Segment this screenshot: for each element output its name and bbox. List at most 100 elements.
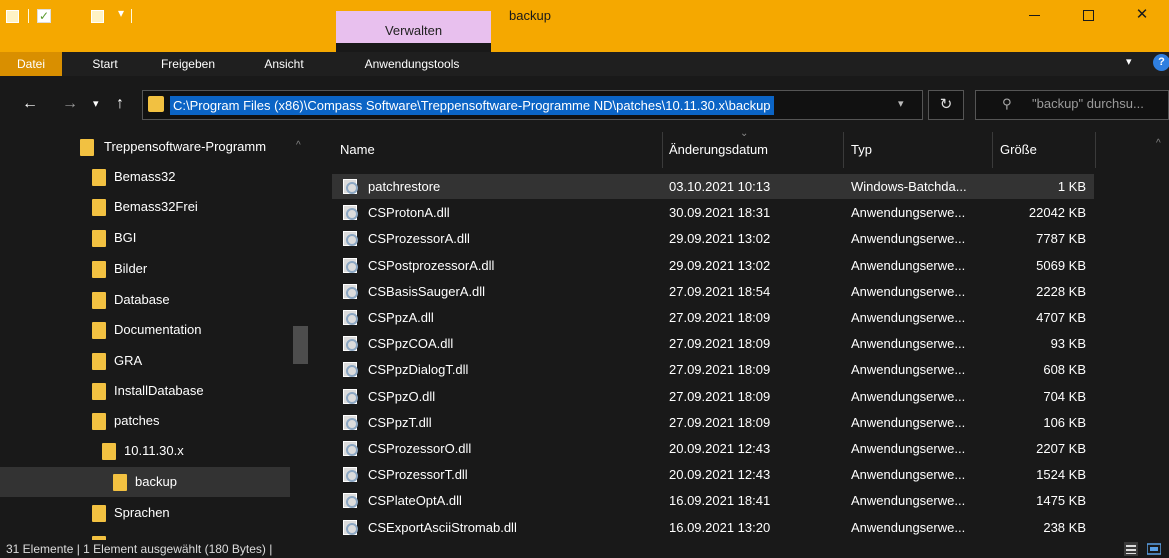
maximize-button[interactable] [1061,0,1115,32]
back-icon[interactable]: ← [22,95,38,113]
column-divider[interactable] [992,132,993,168]
up-icon[interactable]: ↑ [116,95,124,113]
column-divider[interactable] [1095,132,1096,168]
file-date: 29.09.2021 13:02 [669,231,771,247]
column-header-date[interactable]: Änderungsdatum [669,132,768,168]
scroll-up-icon[interactable]: ^ [1156,138,1161,149]
file-name: CSProtonA.dll [368,205,450,221]
tab-verwalten[interactable]: Verwalten [336,11,491,43]
file-name: CSPpzO.dll [368,388,436,404]
file-type: Anwendungserwe... [851,467,966,483]
chevron-down-icon[interactable]: ▾ [898,97,904,110]
file-name: CSPpzA.dll [368,310,434,325]
nav-scrollbar-thumb[interactable] [293,326,308,364]
tab-freigeben[interactable]: Freigeben [151,52,225,76]
file-name: CSPpzCOA.dll [368,336,454,352]
table-row[interactable]: CSProzessorT.dll 20.09.2021 12:43 Anwendun… [332,462,1094,487]
tree-item-bemass32[interactable]: Bemass32 [0,162,290,192]
column-header-name[interactable]: Name [340,132,375,168]
tree-item-patches[interactable]: patches [0,406,290,436]
tree-item-label: Treppensoftware-Programm [104,139,267,154]
tab-datei[interactable]: Datei [0,52,62,76]
tree-item-bilder[interactable]: Bilder [0,254,290,284]
close-button[interactable]: ✕ [1115,0,1169,32]
file-type: Anwendungserwe... [851,336,966,352]
tree-item-label: Sprachen [114,505,170,520]
table-row[interactable]: CSProzessorA.dll 29.09.2021 13:02 Anwendun… [332,226,1094,251]
table-row[interactable]: patchrestore 03.10.2021 10:13 Windows-Batc… [332,174,1094,199]
file-date: 20.09.2021 12:43 [669,467,771,483]
refresh-button[interactable]: ↻ [928,90,964,120]
file-name: CSPlateOptA.dll [368,493,462,509]
table-row[interactable]: CSPpzCOA.dll 27.09.2021 18:09 Anwendungser… [332,331,1094,356]
tree-item-label: Bilder [114,261,148,276]
tree-item-partial[interactable] [0,529,290,540]
scroll-up-icon[interactable]: ^ [296,140,301,151]
file-icon [343,493,358,509]
minimize-button[interactable] [1007,0,1061,32]
file-date: 27.09.2021 18:09 [669,414,771,430]
table-row[interactable]: CSBasisSaugerA.dll 27.09.2021 18:54 Anwend… [332,279,1094,304]
table-row[interactable]: CSPpzDialogT.dll 27.09.2021 18:09 Anwendun… [332,357,1094,382]
table-row[interactable]: CSProzessorO.dll 20.09.2021 12:43 Anwendun… [332,436,1094,461]
properties-icon[interactable]: ✓ [37,9,51,23]
file-date: 27.09.2021 18:09 [669,310,771,325]
tree-item-bgi[interactable]: BGI [0,223,290,253]
address-path[interactable]: C:\Program Files (x86)\Compass Software\… [170,96,774,115]
file-icon [343,414,358,430]
table-row[interactable]: CSPostprozessorA.dll 29.09.2021 13:02 Anwe… [332,253,1094,278]
forward-icon[interactable]: → [62,95,78,113]
tab-anwendungstools[interactable]: Anwendungstools [342,52,482,76]
file-type: Anwendungserwe... [851,493,966,509]
large-icons-view-icon [1146,543,1162,555]
folder-icon [92,261,106,278]
tree-item-10-11-30-x[interactable]: 10.11.30.x [0,436,290,466]
file-size: 1475 KB [1036,493,1086,509]
file-type: Anwendungserwe... [851,283,966,299]
details-view-button[interactable] [1124,542,1138,556]
file-date: 27.09.2021 18:09 [669,362,771,378]
file-icon [343,205,358,221]
column-divider[interactable] [662,132,663,168]
tree-item-label: Bemass32Frei [114,199,198,214]
new-folder-icon[interactable] [91,10,104,23]
folder-icon [92,292,106,309]
column-header-type[interactable]: Typ [851,132,872,168]
file-type: Anwendungserwe... [851,362,966,378]
file-list-scrollbar[interactable] [1152,132,1169,540]
table-row[interactable]: CSPpzT.dll 27.09.2021 18:09 Anwendungserwe… [332,410,1094,435]
customize-quick-access-icon[interactable]: ▾ [118,6,124,20]
tree-item-gra[interactable]: GRA [0,346,290,376]
file-icon [343,519,358,535]
divider [28,9,29,23]
table-row[interactable]: CSPpzA.dll 27.09.2021 18:09 Anwendungserwe… [332,305,1094,330]
recent-locations-icon[interactable]: ▾ [93,97,99,110]
expand-ribbon-icon[interactable]: ▾ [1126,55,1132,68]
table-row[interactable]: CSProtonA.dll 30.09.2021 18:31 Anwendungse… [332,200,1094,225]
table-row[interactable]: CSExportAsciiStromab.dll 16.09.2021 13:20… [332,515,1094,540]
tree-item-sprachen[interactable]: Sprachen [0,498,290,528]
column-divider[interactable] [843,132,844,168]
tree-item-treppensoftware[interactable]: Treppensoftware-Programm [0,132,290,162]
tab-start[interactable]: Start [80,52,130,76]
table-row[interactable]: CSPlateOptA.dll 16.09.2021 18:41 Anwendung… [332,488,1094,513]
tree-item-backup[interactable]: backup [0,467,290,497]
tree-item-installdatabase[interactable]: InstallDatabase [0,376,290,406]
tree-item-documentation[interactable]: Documentation [0,315,290,345]
tree-item-database[interactable]: Database [0,285,290,315]
folder-icon[interactable] [6,10,19,23]
divider [131,9,132,23]
file-size: 1524 KB [1036,467,1086,483]
table-row[interactable]: CSPpzO.dll 27.09.2021 18:09 Anwendungserwe… [332,384,1094,409]
file-icon [343,257,358,273]
tree-item-bemass32frei[interactable]: Bemass32Frei [0,192,290,222]
tree-item-label: patches [114,413,160,428]
tree-item-label: BGI [114,230,137,245]
file-name: CSProzessorA.dll [368,231,470,247]
help-icon[interactable]: ? [1153,54,1169,71]
large-icons-view-button[interactable] [1146,542,1162,556]
tree-item-label: Bemass32 [114,169,176,184]
column-header-size[interactable]: Größe [1000,132,1037,168]
tab-ansicht[interactable]: Ansicht [249,52,319,76]
file-type: Anwendungserwe... [851,310,966,325]
